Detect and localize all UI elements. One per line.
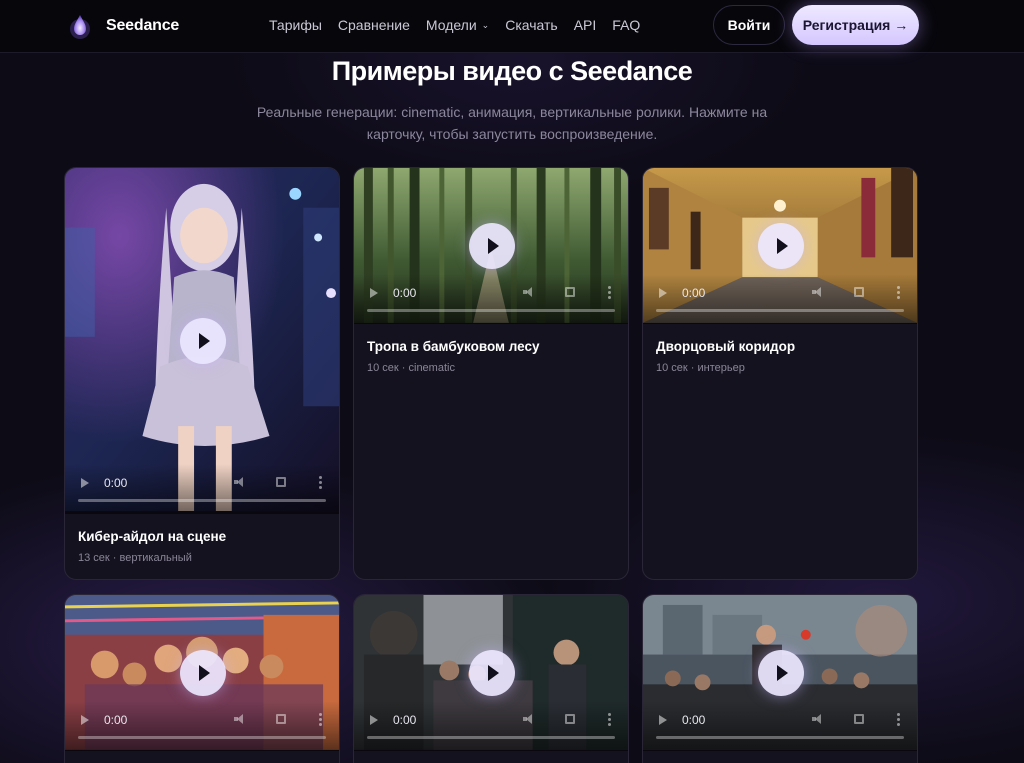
nav-link-models-label: Модели [425,17,477,33]
video-progress-bar[interactable] [367,736,615,739]
video-progress-bar[interactable] [78,499,326,502]
play-icon[interactable] [370,288,378,298]
video-controls: 0:00 [354,701,628,751]
video-time: 0:00 [393,713,417,727]
fullscreen-icon[interactable] [276,714,286,724]
page-title: Примеры видео с Seedance [331,56,693,86]
brand-logo[interactable]: Seedance [69,12,179,40]
card-title: Тропа в бамбуковом лесу [367,339,540,354]
fullscreen-icon[interactable] [854,287,864,297]
card-meta: 13 сек · вертикальный [78,552,192,564]
video-time: 0:00 [104,713,128,727]
more-options-icon[interactable] [608,286,611,301]
video-progress-bar[interactable] [78,736,326,739]
video-progress-bar[interactable] [656,736,904,739]
video-progress-bar[interactable] [656,309,904,312]
fullscreen-icon[interactable] [854,714,864,724]
register-button[interactable]: Регистрация → [792,5,919,45]
top-navigation: Seedance Тарифы Сравнение Модели ⌄ Скачат… [0,0,1024,53]
fullscreen-icon[interactable] [565,287,575,297]
card-title: Дворцовый коридор [656,339,796,354]
page-subtitle: Реальные генерации: cinematic, анимация,… [256,104,768,142]
video-player[interactable]: 0:00 [65,595,339,751]
play-button[interactable] [469,223,515,269]
video-player[interactable]: 0:00 [643,595,917,751]
video-card[interactable]: 0:00 Тропа в бамбуковом лесу 10 сек · ci… [353,167,629,580]
play-icon[interactable] [370,715,378,725]
video-controls: 0:00 [643,274,917,324]
play-icon[interactable] [659,288,667,298]
video-time: 0:00 [104,476,128,490]
video-time: 0:00 [393,286,417,300]
video-player[interactable]: 0:00 [65,168,339,514]
volume-icon[interactable] [523,714,535,724]
more-options-icon[interactable] [897,713,900,728]
more-options-icon[interactable] [608,713,611,728]
fullscreen-icon[interactable] [565,714,575,724]
video-card[interactable]: 0:00 [353,594,629,763]
volume-icon[interactable] [812,287,824,297]
video-card[interactable]: 0:00 Дворцовый коридор 10 сек · интерьер [642,167,918,580]
play-icon[interactable] [659,715,667,725]
play-button[interactable] [469,650,515,696]
video-progress-bar[interactable] [367,309,615,312]
video-time: 0:00 [682,713,706,727]
volume-icon[interactable] [523,287,535,297]
play-icon[interactable] [81,478,89,488]
video-time: 0:00 [682,286,706,300]
login-button[interactable]: Войти [713,5,785,45]
volume-icon[interactable] [234,477,246,487]
video-controls: 0:00 [643,701,917,751]
video-player[interactable]: 0:00 [354,168,628,324]
fullscreen-icon[interactable] [276,477,286,487]
brand-name: Seedance [106,17,180,34]
play-button[interactable] [180,650,226,696]
nav-link-pricing[interactable]: Тарифы [269,17,322,33]
more-options-icon[interactable] [897,286,900,301]
play-button[interactable] [758,650,804,696]
card-title: Кибер-айдол на сцене [78,529,227,544]
volume-icon[interactable] [812,714,824,724]
video-card[interactable]: 0:00 [64,594,340,763]
nav-link-comparison[interactable]: Сравнение [338,17,410,33]
play-button[interactable] [758,223,804,269]
more-options-icon[interactable] [319,476,322,491]
video-controls: 0:00 [354,274,628,324]
card-meta: 10 сек · интерьер [656,362,745,374]
video-player[interactable]: 0:00 [643,168,917,324]
chevron-down-icon: ⌄ [481,19,490,30]
more-options-icon[interactable] [319,713,322,728]
play-icon[interactable] [81,715,89,725]
nav-link-models[interactable]: Модели ⌄ [426,17,489,33]
video-player[interactable]: 0:00 [354,595,628,751]
droplet-logo-icon [70,15,90,39]
main-menu: Тарифы Сравнение Модели ⌄ Скачать API FAQ [269,17,640,33]
card-meta: 10 сек · cinematic [367,362,455,374]
video-card[interactable]: 0:00 [642,594,918,763]
video-controls: 0:00 [65,464,339,514]
video-card[interactable]: 0:00 Кибер-айдол на сцене 13 сек · верти… [64,167,340,580]
video-controls: 0:00 [65,701,339,751]
play-button[interactable] [180,318,226,364]
volume-icon[interactable] [234,714,246,724]
nav-link-api[interactable]: API [574,17,597,33]
nav-link-download[interactable]: Скачать [505,17,558,33]
nav-link-faq[interactable]: FAQ [612,17,640,33]
